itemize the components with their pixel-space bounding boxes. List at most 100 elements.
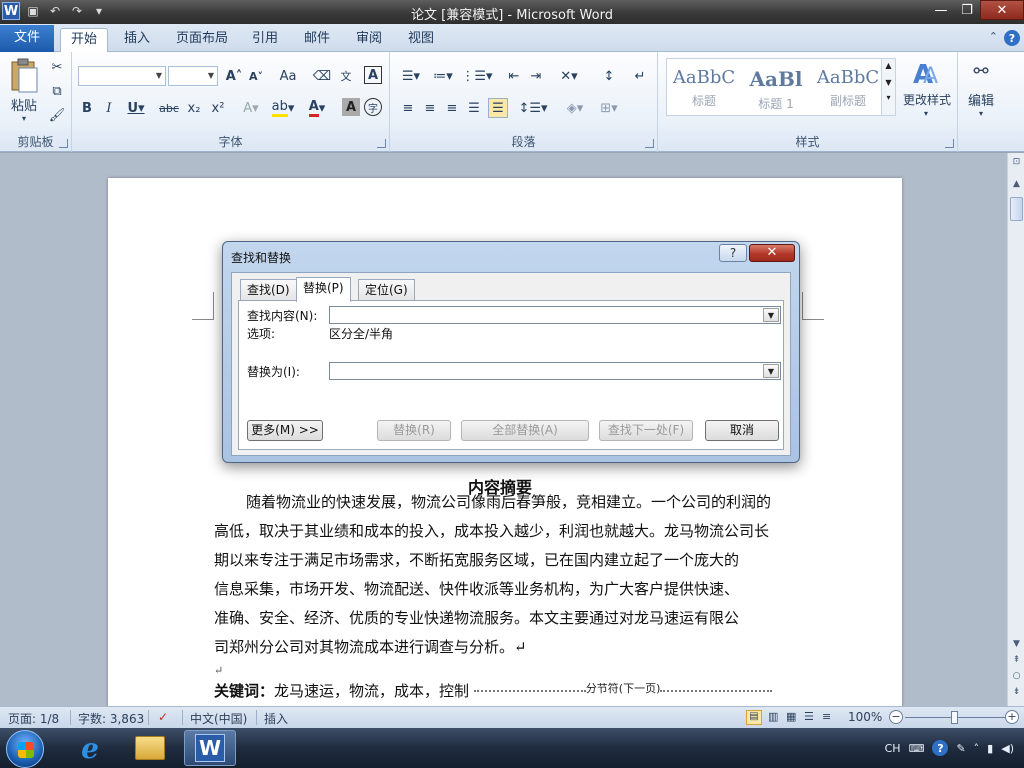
change-styles-dropdown-icon[interactable]: ▾ bbox=[920, 108, 932, 118]
browse-object-icon[interactable]: ○ bbox=[1010, 671, 1023, 685]
paste-button[interactable]: 粘贴 bbox=[8, 96, 40, 114]
font-size-combo[interactable]: ▼ bbox=[168, 66, 218, 86]
tab-home[interactable]: 开始 bbox=[60, 28, 109, 53]
styles-launcher-icon[interactable] bbox=[945, 139, 954, 148]
find-next-button[interactable]: 查找下一处(F) bbox=[599, 420, 693, 441]
font-color-icon[interactable]: A ▾ bbox=[304, 98, 330, 118]
font-name-combo[interactable]: ▼ bbox=[78, 66, 166, 86]
editing-dropdown-icon[interactable]: ▾ bbox=[976, 108, 986, 118]
scroll-thumb[interactable] bbox=[1010, 197, 1023, 221]
replace-dropdown-icon[interactable]: ▼ bbox=[763, 364, 779, 378]
multilevel-list-icon[interactable]: ⋮☰▾ bbox=[461, 66, 492, 86]
find-dropdown-icon[interactable]: ▼ bbox=[763, 308, 779, 322]
zoom-out-button[interactable]: − bbox=[889, 710, 903, 724]
grow-font-icon[interactable]: A˄ bbox=[224, 66, 244, 86]
find-input[interactable]: ▼ bbox=[329, 306, 781, 324]
replace-input[interactable]: ▼ bbox=[329, 362, 781, 380]
change-case-icon[interactable]: Aa bbox=[276, 66, 300, 86]
style-subtitle[interactable]: AaBbC 副标题 bbox=[813, 59, 883, 115]
sort-icon[interactable]: ↕ bbox=[598, 66, 620, 86]
change-styles-icon[interactable]: AA bbox=[904, 58, 948, 88]
tab-mailings[interactable]: 邮件 bbox=[294, 28, 340, 52]
minimize-button[interactable]: — bbox=[928, 0, 954, 20]
tab-find[interactable]: 查找(D) bbox=[240, 279, 297, 301]
editing-button[interactable]: 编辑 bbox=[960, 90, 1002, 109]
char-shading-icon[interactable]: A bbox=[342, 98, 360, 116]
strikethrough-button[interactable]: abc bbox=[158, 98, 180, 118]
distributed-icon[interactable]: ☰ bbox=[488, 98, 508, 118]
tab-replace[interactable]: 替换(P) bbox=[296, 277, 351, 302]
vertical-scrollbar[interactable]: ⊡ ▲ ▼ ⇞ ○ ⇟ bbox=[1007, 153, 1024, 706]
chevron-down-icon[interactable]: ▼ bbox=[1010, 639, 1023, 653]
shrink-font-icon[interactable]: A˅ bbox=[246, 66, 266, 86]
network-icon[interactable]: ▮ bbox=[987, 742, 993, 755]
more-button[interactable]: 更多(M) >> bbox=[247, 420, 323, 441]
tray-expand-icon[interactable]: ˄ bbox=[974, 742, 980, 755]
taskbar-explorer[interactable] bbox=[124, 730, 176, 766]
proofing-icon[interactable]: ✓ bbox=[158, 710, 168, 724]
italic-button[interactable]: I bbox=[100, 98, 118, 118]
phonetic-guide-icon[interactable]: 文 bbox=[336, 66, 356, 86]
gallery-scroll[interactable]: ▲ ▼ ▾ bbox=[881, 59, 895, 115]
page-count[interactable]: 页面: 1/8 bbox=[8, 710, 59, 727]
dialog-close-button[interactable]: ✕ bbox=[749, 244, 795, 262]
outline-icon[interactable]: ☰ bbox=[804, 710, 814, 723]
chinese-layout-icon[interactable]: ✕▾ bbox=[556, 66, 582, 86]
tab-file[interactable]: 文件 bbox=[0, 25, 54, 52]
highlight-icon[interactable]: ab ▾ bbox=[268, 98, 298, 118]
zoom-in-button[interactable]: + bbox=[1005, 710, 1019, 724]
justify-icon[interactable]: ☰ bbox=[464, 98, 484, 118]
style-heading1[interactable]: AaBl 标题 1 bbox=[741, 59, 811, 115]
superscript-button[interactable]: x² bbox=[208, 98, 228, 118]
char-border-icon[interactable]: A bbox=[364, 66, 382, 84]
language-indicator[interactable]: 中文(中国) bbox=[190, 710, 247, 727]
binoculars-icon[interactable]: ⚯ bbox=[968, 58, 994, 84]
align-center-icon[interactable]: ≡ bbox=[420, 98, 440, 118]
bullets-icon[interactable]: ☰▾ bbox=[398, 66, 424, 86]
zoom-level[interactable]: 100% bbox=[848, 710, 882, 724]
chevron-up-icon[interactable]: ▲ bbox=[882, 61, 895, 70]
style-title[interactable]: AaBbC 标题 bbox=[669, 59, 739, 115]
paste-dropdown-icon[interactable]: ▾ bbox=[20, 114, 28, 123]
font-launcher-icon[interactable] bbox=[377, 139, 386, 148]
web-layout-icon[interactable]: ▦ bbox=[786, 710, 796, 723]
tab-references[interactable]: 引用 bbox=[242, 28, 288, 52]
maximize-button[interactable]: ❐ bbox=[954, 0, 980, 20]
paragraph-launcher-icon[interactable] bbox=[645, 139, 654, 148]
chevron-up-icon[interactable]: ▲ bbox=[1010, 179, 1023, 193]
increase-indent-icon[interactable]: ⇥ bbox=[526, 66, 546, 86]
start-button[interactable] bbox=[6, 730, 44, 768]
taskbar-word[interactable]: W bbox=[184, 730, 236, 766]
shading-icon[interactable]: ◈▾ bbox=[562, 98, 588, 118]
align-right-icon[interactable]: ≡ bbox=[442, 98, 462, 118]
format-painter-icon[interactable]: 🖌 bbox=[48, 106, 66, 124]
tray-help-icon[interactable]: ? bbox=[932, 740, 949, 756]
align-left-icon[interactable]: ≡ bbox=[398, 98, 418, 118]
help-icon[interactable]: ? bbox=[1004, 30, 1020, 46]
ime-icon[interactable]: ✎ bbox=[956, 742, 965, 755]
text-effects-icon[interactable]: A▾ bbox=[240, 98, 262, 118]
paste-icon[interactable] bbox=[8, 56, 40, 96]
tab-review[interactable]: 审阅 bbox=[346, 28, 392, 52]
numbering-icon[interactable]: ≔▾ bbox=[430, 66, 456, 86]
underline-button[interactable]: U▾ bbox=[124, 98, 148, 118]
taskbar-ie[interactable]: e bbox=[64, 730, 116, 766]
cancel-button[interactable]: 取消 bbox=[705, 420, 779, 441]
enclose-char-icon[interactable]: 字 bbox=[364, 98, 382, 116]
close-button[interactable]: ✕ bbox=[980, 0, 1024, 20]
next-page-icon[interactable]: ⇟ bbox=[1010, 687, 1023, 701]
word-count[interactable]: 字数: 3,863 bbox=[78, 710, 144, 727]
clipboard-launcher-icon[interactable] bbox=[59, 139, 68, 148]
tab-goto[interactable]: 定位(G) bbox=[358, 279, 415, 301]
chevron-down-icon[interactable]: ▼ bbox=[882, 78, 895, 87]
insert-mode-indicator[interactable]: 插入 bbox=[264, 710, 288, 727]
replace-all-button[interactable]: 全部替换(A) bbox=[461, 420, 589, 441]
ruler-toggle-icon[interactable]: ⊡ bbox=[1010, 157, 1023, 171]
tab-page-layout[interactable]: 页面布局 bbox=[166, 28, 238, 52]
clear-format-icon[interactable]: ⌫ bbox=[312, 66, 332, 86]
show-marks-icon[interactable]: ↵ bbox=[630, 66, 650, 86]
tab-insert[interactable]: 插入 bbox=[114, 28, 160, 52]
volume-icon[interactable]: ◀) bbox=[1001, 742, 1014, 755]
previous-page-icon[interactable]: ⇞ bbox=[1010, 655, 1023, 669]
keyboard-icon[interactable]: ⌨ bbox=[909, 742, 925, 755]
